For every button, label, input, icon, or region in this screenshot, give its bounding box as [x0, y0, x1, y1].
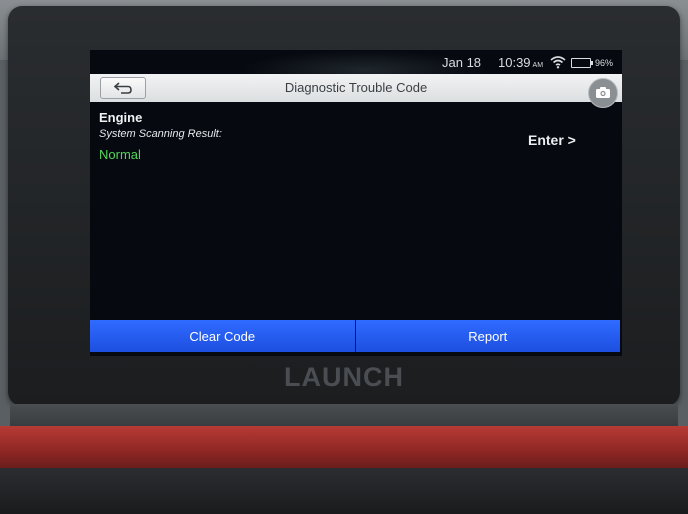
action-bar: Clear Code Report: [90, 320, 620, 352]
device-screen: Jan 18 10:39 AM 96% Diagnostic Trouble Co…: [90, 50, 622, 356]
enter-button[interactable]: Enter >: [528, 132, 576, 148]
status-time: 10:39 AM: [498, 55, 543, 70]
status-date: Jan 18: [442, 55, 482, 70]
report-button[interactable]: Report: [355, 320, 620, 352]
wifi-icon: [550, 56, 566, 69]
status-bar: Jan 18 10:39 AM 96%: [90, 50, 622, 74]
brand-logo: LAUNCH: [284, 362, 404, 392]
battery-level: 96%: [595, 58, 614, 68]
title-bar: Diagnostic Trouble Code: [90, 74, 622, 108]
device-bezel-edge: [10, 404, 678, 426]
battery-icon: [571, 58, 593, 68]
scan-status: Normal: [99, 147, 141, 162]
floor-surface: [0, 468, 688, 514]
system-name: Engine: [99, 110, 143, 125]
red-protective-case: [0, 426, 688, 468]
status-time-value: 10:39: [498, 55, 531, 70]
clear-code-button[interactable]: Clear Code: [90, 320, 355, 352]
screenshot-button[interactable]: [588, 78, 618, 108]
scan-result-label: System Scanning Result:: [99, 128, 222, 140]
page-title: Diagnostic Trouble Code: [284, 80, 428, 95]
scan-tool-device: Jan 18 10:39 AM 96% Diagnostic Trouble Co…: [8, 6, 680, 406]
camera-icon: [596, 87, 610, 98]
status-ampm: AM: [532, 62, 544, 69]
